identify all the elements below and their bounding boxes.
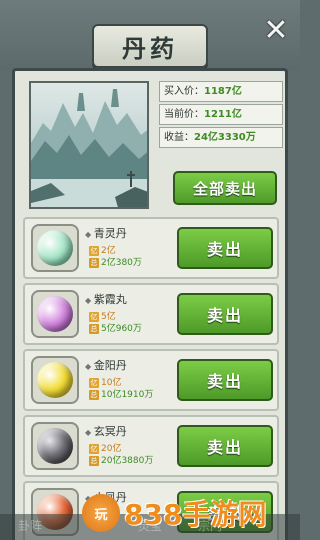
total-value: 10亿1910万 bbox=[101, 390, 154, 400]
item-total: 总 5亿960万 bbox=[89, 321, 142, 334]
sell-button[interactable]: 卖出 bbox=[177, 425, 273, 467]
buy-price-label: 买入价： bbox=[164, 86, 204, 97]
quantity-tag: 亿 bbox=[89, 245, 99, 256]
landscape-painting bbox=[29, 81, 149, 209]
list-item: 青灵丹 亿2亿 总2亿380万 卖出 bbox=[23, 217, 279, 279]
pill-frame bbox=[31, 290, 79, 338]
total-tag: 总 bbox=[89, 389, 99, 400]
pill-icon bbox=[37, 362, 73, 398]
quantity-tag: 亿 bbox=[89, 443, 99, 454]
title-text: 丹药 bbox=[122, 33, 178, 63]
sell-button[interactable]: 卖出 bbox=[177, 359, 273, 401]
sell-label: 卖出 bbox=[206, 372, 243, 391]
pill-frame bbox=[31, 224, 79, 272]
watermark-logo-text: 玩 bbox=[94, 507, 108, 523]
profit-value: 24亿3330万 bbox=[194, 132, 256, 143]
sell-label: 卖出 bbox=[206, 306, 243, 325]
list-item: 金阳丹 亿10亿 总10亿1910万 卖出 bbox=[23, 349, 279, 411]
sell-button[interactable]: 卖出 bbox=[177, 293, 273, 335]
page-title: 丹药 bbox=[92, 24, 208, 68]
quantity-tag: 亿 bbox=[89, 311, 99, 322]
list-item: 玄冥丹 亿20亿 总20亿3880万 卖出 bbox=[23, 415, 279, 477]
list-item: 紫霞丸 亿5亿 总5亿960万 卖出 bbox=[23, 283, 279, 345]
sell-button[interactable]: 卖出 bbox=[177, 227, 273, 269]
profit-label: 收益： bbox=[164, 132, 194, 143]
item-name: 玄冥丹 bbox=[85, 423, 127, 439]
total-tag: 总 bbox=[89, 455, 99, 466]
pill-icon bbox=[37, 296, 73, 332]
item-name: 金阳丹 bbox=[85, 357, 127, 373]
pill-market-panel: 买入价：1187亿 当前价：1211亿 收益：24亿3330万 全部卖出 青灵丹… bbox=[12, 68, 288, 540]
sell-label: 卖出 bbox=[206, 240, 243, 259]
total-tag: 总 bbox=[89, 323, 99, 334]
item-name: 紫霞丸 bbox=[85, 291, 127, 307]
current-price-value: 1211亿 bbox=[204, 109, 242, 120]
item-name: 青灵丹 bbox=[85, 225, 127, 241]
pill-frame bbox=[31, 422, 79, 470]
item-total: 总 2亿380万 bbox=[89, 255, 142, 268]
sell-label: 卖出 bbox=[206, 438, 243, 457]
total-value: 5亿960万 bbox=[101, 324, 142, 334]
watermark-logo: 玩 bbox=[82, 494, 120, 532]
watermark: 玩 838手游网 bbox=[82, 490, 292, 536]
total-value: 2亿380万 bbox=[101, 258, 142, 268]
close-button[interactable]: ✕ bbox=[258, 12, 294, 48]
watermark-text: 838手游网 bbox=[124, 498, 267, 531]
profit-row: 收益：24亿3330万 bbox=[159, 127, 283, 148]
quantity-tag: 亿 bbox=[89, 377, 99, 388]
pill-frame bbox=[31, 356, 79, 404]
total-tag: 总 bbox=[89, 257, 99, 268]
current-price-label: 当前价： bbox=[164, 109, 204, 120]
current-price-row: 当前价：1211亿 bbox=[159, 104, 283, 125]
nav-item-formation[interactable]: 卦阵 bbox=[18, 517, 42, 534]
item-total: 总 20亿3880万 bbox=[89, 453, 153, 466]
total-value: 20亿3880万 bbox=[101, 456, 154, 466]
buy-price-row: 买入价：1187亿 bbox=[159, 81, 283, 102]
buy-price-value: 1187亿 bbox=[204, 86, 242, 97]
sell-all-button[interactable]: 全部卖出 bbox=[173, 171, 277, 205]
pill-icon bbox=[37, 230, 73, 266]
close-icon: ✕ bbox=[263, 12, 289, 48]
sell-all-label: 全部卖出 bbox=[192, 179, 257, 198]
pill-icon bbox=[37, 428, 73, 464]
item-total: 总 10亿1910万 bbox=[89, 387, 153, 400]
